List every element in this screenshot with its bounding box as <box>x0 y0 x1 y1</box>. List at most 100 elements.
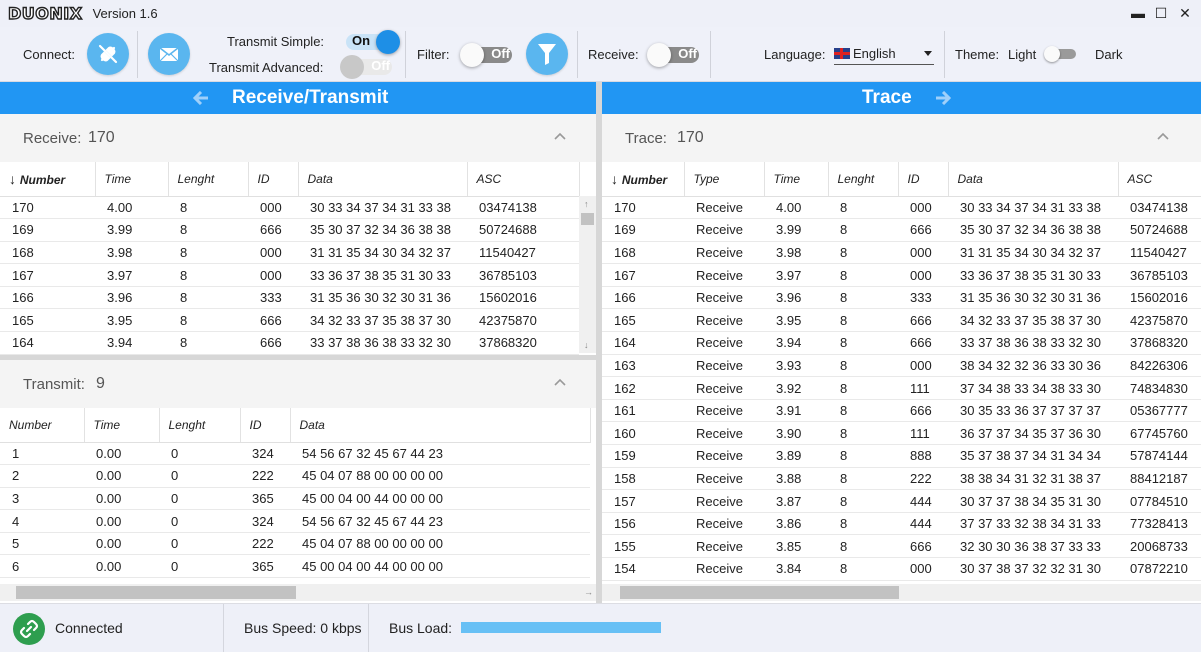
table-cell: 54 56 67 32 45 67 44 23 <box>290 442 590 466</box>
column-header[interactable]: Data <box>290 408 591 443</box>
table-cell: 157 <box>602 489 684 513</box>
connect-button[interactable] <box>87 33 129 75</box>
table-cell: 165 <box>0 308 95 333</box>
table-row[interactable]: 2 0.00 0 222 45 04 07 88 00 00 00 00 <box>0 464 590 488</box>
table-cell: 11540427 <box>467 241 579 265</box>
column-header[interactable]: Number <box>0 408 85 443</box>
table-row[interactable]: 157 Receive 3.87 8 444 30 37 37 38 34 35 31 3… <box>602 489 1201 513</box>
table-row[interactable]: 167 3.97 8 000 33 36 37 38 35 31 30 33 367851… <box>0 263 579 287</box>
table-cell: Receive <box>684 376 764 400</box>
table-cell: 30 37 38 37 32 32 31 30 <box>948 557 1118 581</box>
table-row[interactable]: 169 3.99 8 666 35 30 37 32 34 36 38 38 507246… <box>0 218 579 242</box>
table-row[interactable]: 5 0.00 0 222 45 04 07 88 00 00 00 00 <box>0 532 590 556</box>
filter-button[interactable] <box>526 33 568 75</box>
table-row[interactable]: 3 0.00 0 365 45 00 04 00 44 00 00 00 <box>0 487 590 511</box>
table-cell: Receive <box>684 467 764 491</box>
column-header[interactable]: Data <box>298 162 468 197</box>
table-cell: 888 <box>898 444 948 468</box>
column-header[interactable]: Time <box>95 162 169 197</box>
table-row[interactable]: 6 0.00 0 365 45 00 04 00 44 00 00 00 <box>0 554 590 579</box>
transmit-hscrollbar[interactable]: → <box>0 584 596 601</box>
column-header[interactable]: Lenght <box>168 162 249 197</box>
table-cell: 34 32 33 37 35 38 37 30 <box>298 308 467 333</box>
receive-toggle[interactable]: Off <box>647 43 701 67</box>
column-header[interactable]: Lenght <box>159 408 241 443</box>
table-row[interactable]: 1 0.00 0 324 54 56 67 32 45 67 44 23 <box>0 442 590 466</box>
table-cell: 000 <box>248 241 298 265</box>
column-header[interactable]: Data <box>948 162 1119 197</box>
table-row[interactable]: 162 Receive 3.92 8 111 37 34 38 33 34 38 33 3… <box>602 376 1201 400</box>
language-select[interactable]: English <box>834 43 934 65</box>
table-row[interactable]: 169 Receive 3.99 8 666 35 30 37 32 34 36 38 3… <box>602 218 1201 242</box>
column-header[interactable]: Time <box>84 408 160 443</box>
table-row[interactable]: 159 Receive 3.89 8 888 35 37 38 37 34 31 34 3… <box>602 444 1201 468</box>
table-row[interactable]: 164 3.94 8 666 33 37 38 36 38 33 32 30 378683… <box>0 331 579 355</box>
column-label: Data <box>299 417 325 432</box>
column-header[interactable]: ID <box>898 162 949 197</box>
table-row[interactable]: 170 4.00 8 000 30 33 34 37 34 31 33 38 034741… <box>0 196 579 220</box>
table-cell: 45 00 04 00 44 00 00 00 <box>290 487 590 511</box>
table-cell: Receive <box>684 444 764 468</box>
column-label: Number <box>19 172 66 187</box>
receive-scrollbar[interactable]: ↑ ↓ <box>579 196 596 353</box>
table-cell: 8 <box>168 286 248 310</box>
minimize-button[interactable]: ▬ <box>1128 3 1148 23</box>
table-row[interactable]: 160 Receive 3.90 8 111 36 37 37 34 35 37 36 3… <box>602 421 1201 446</box>
column-header[interactable]: ↓ Number <box>0 162 96 197</box>
table-row[interactable]: 155 Receive 3.85 8 666 32 30 30 36 38 37 33 3… <box>602 534 1201 558</box>
transmit-button[interactable] <box>148 33 190 75</box>
transmit-simple-toggle[interactable]: On <box>346 30 400 54</box>
column-header[interactable]: Time <box>764 162 829 197</box>
column-header[interactable]: ↓ Number <box>602 162 685 197</box>
table-cell: 666 <box>898 331 948 355</box>
table-row[interactable]: 168 3.98 8 000 31 31 35 34 30 34 32 37 115404… <box>0 241 579 265</box>
trace-hscrollbar[interactable] <box>602 584 1201 601</box>
table-cell: 15602016 <box>1118 286 1201 310</box>
arrow-right-icon[interactable] <box>935 91 951 105</box>
column-label: ASC <box>1127 171 1153 186</box>
table-row[interactable]: 165 3.95 8 666 34 32 33 37 35 38 37 30 423758… <box>0 308 579 333</box>
table-row[interactable]: 163 Receive 3.93 8 000 38 34 32 32 36 33 30 3… <box>602 354 1201 378</box>
bus-load-fill <box>461 622 661 633</box>
table-row[interactable]: 158 Receive 3.88 8 222 38 38 34 31 32 31 38 3… <box>602 467 1201 491</box>
table-row[interactable]: 165 Receive 3.95 8 666 34 32 33 37 35 38 37 3… <box>602 308 1201 333</box>
column-header[interactable]: ASC <box>467 162 580 197</box>
table-cell: 8 <box>828 534 898 558</box>
column-header[interactable]: Lenght <box>828 162 899 197</box>
table-cell: 31 31 35 34 30 34 32 37 <box>948 241 1118 265</box>
receive-header: Receive: 170 <box>0 114 596 162</box>
table-row[interactable]: 154 Receive 3.84 8 000 30 37 38 37 32 32 31 3… <box>602 557 1201 581</box>
table-row[interactable]: 4 0.00 0 324 54 56 67 32 45 67 44 23 <box>0 509 590 533</box>
column-header[interactable]: ID <box>240 408 291 443</box>
table-row[interactable]: 166 3.96 8 333 31 35 36 30 32 30 31 36 156020… <box>0 286 579 310</box>
table-row[interactable]: 170 Receive 4.00 8 000 30 33 34 37 34 31 33 3… <box>602 196 1201 220</box>
column-header[interactable]: ASC <box>1118 162 1201 197</box>
table-cell: 666 <box>898 399 948 423</box>
chevron-up-icon[interactable] <box>554 378 566 386</box>
arrow-left-icon[interactable] <box>193 91 209 105</box>
table-row[interactable]: 166 Receive 3.96 8 333 31 35 36 30 32 30 31 3… <box>602 286 1201 310</box>
table-row[interactable]: 168 Receive 3.98 8 000 31 31 35 34 30 34 32 3… <box>602 241 1201 265</box>
close-button[interactable]: ✕ <box>1175 3 1195 23</box>
bus-load-bar <box>461 622 661 633</box>
column-label: ID <box>257 171 270 186</box>
table-cell: 8 <box>828 241 898 265</box>
column-header[interactable]: Type <box>684 162 765 197</box>
chevron-up-icon[interactable] <box>554 132 566 140</box>
column-header[interactable]: ID <box>248 162 299 197</box>
theme-switch[interactable] <box>1044 46 1078 62</box>
chevron-up-icon[interactable] <box>1157 132 1169 140</box>
table-row[interactable]: 167 Receive 3.97 8 000 33 36 37 38 35 31 30 3… <box>602 263 1201 287</box>
maximize-button[interactable]: ☐ <box>1151 3 1171 23</box>
table-row[interactable]: 156 Receive 3.86 8 444 37 37 33 32 38 34 31 3… <box>602 512 1201 536</box>
table-cell: 0 <box>159 509 240 533</box>
table-cell: 3.88 <box>764 467 828 491</box>
table-cell: 3.95 <box>95 308 168 333</box>
table-row[interactable]: 164 Receive 3.94 8 666 33 37 38 36 38 33 32 3… <box>602 331 1201 355</box>
table-cell: 3.93 <box>764 354 828 378</box>
table-cell: 166 <box>602 286 684 310</box>
filter-toggle[interactable]: Off <box>460 43 514 67</box>
table-cell: 8 <box>828 557 898 581</box>
table-row[interactable]: 161 Receive 3.91 8 666 30 35 33 36 37 37 37 3… <box>602 399 1201 423</box>
transmit-advanced-toggle[interactable]: Off <box>340 55 394 79</box>
